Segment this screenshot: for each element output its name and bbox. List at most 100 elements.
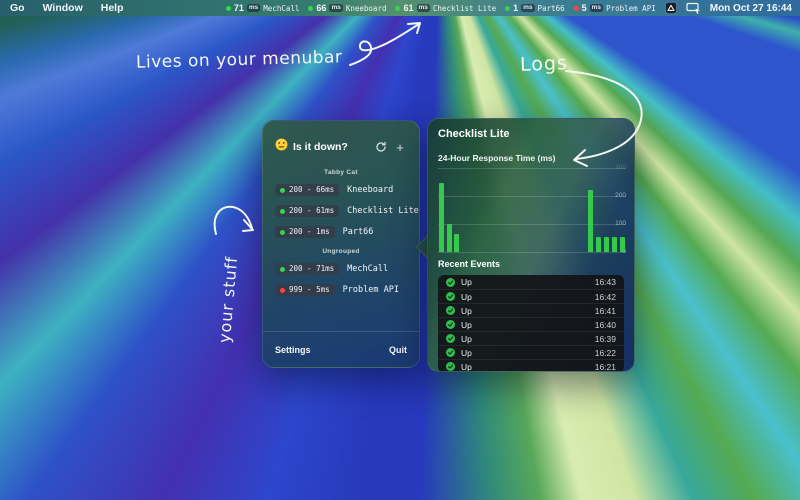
chart-bar	[588, 190, 593, 252]
event-time: 16:42	[595, 292, 616, 302]
event-time: 16:21	[595, 362, 616, 372]
detail-title: Checklist Lite	[438, 128, 624, 140]
chart-bar	[612, 237, 617, 252]
logs-annotation: Logs	[520, 52, 569, 76]
chart-ytick-label: 100	[615, 220, 626, 227]
event-status-label: Up	[461, 320, 472, 330]
menubar-menus: Go Window Help	[0, 2, 124, 14]
event-status-label: Up	[461, 292, 472, 302]
pill-text: 200 - 66ms	[289, 186, 334, 194]
status-value: 5	[582, 3, 587, 13]
recent-events-title: Recent Events	[438, 259, 624, 269]
service-row[interactable]: 200 - 66ms Kneeboard	[263, 183, 419, 197]
status-unit-badge: ms	[521, 4, 534, 13]
menubar-status-item[interactable]: 66msKneeboard	[308, 3, 386, 13]
service-row[interactable]: 200 - 71ms MechCall	[263, 262, 419, 276]
menubar-status-item[interactable]: 1msPart66	[505, 3, 565, 13]
status-dot	[308, 6, 313, 11]
status-unit-badge: ms	[590, 4, 603, 13]
popover-title: Is it down?	[293, 141, 348, 153]
event-row[interactable]: Up 16:42	[438, 289, 624, 303]
service-name: MechCall	[347, 264, 388, 274]
service-name: Problem API	[343, 285, 399, 295]
event-time: 16:40	[595, 320, 616, 330]
chart-bar	[447, 224, 452, 252]
service-row[interactable]: 999 - 5ms Problem API	[263, 283, 419, 297]
service-status-pill: 200 - 66ms	[275, 184, 339, 197]
menubar-menu-help[interactable]: Help	[101, 2, 124, 14]
chart-bar	[620, 237, 625, 252]
service-name: Checklist Lite	[347, 206, 419, 216]
status-service-name: Problem API	[606, 4, 656, 13]
refresh-icon[interactable]	[374, 140, 388, 154]
check-circle-icon	[446, 334, 455, 343]
group-title: Tabby Cat	[263, 169, 419, 176]
chart-ytick-label: 200	[615, 192, 626, 199]
chart-bar	[454, 234, 459, 252]
event-row[interactable]: Up 16:40	[438, 317, 624, 331]
menubar-status-item[interactable]: 5msProblem API	[574, 3, 656, 13]
checklist-lite-detail-window: Checklist Lite 24-Hour Response Time (ms…	[427, 118, 635, 372]
event-row[interactable]: Up16:22	[438, 345, 624, 359]
menubar-status-item[interactable]: 61msChecklist Lite	[395, 3, 496, 13]
event-row[interactable]: Up 16:39	[438, 331, 624, 345]
event-time: 16:41	[595, 306, 616, 316]
status-dot	[505, 6, 510, 11]
event-status-label: Up	[461, 362, 472, 372]
status-value: 71	[234, 3, 244, 13]
check-circle-icon	[446, 292, 455, 301]
event-status-label: Up	[461, 348, 472, 358]
status-unit-badge: ms	[329, 4, 342, 13]
status-unit-badge: ms	[247, 4, 260, 13]
status-dot	[280, 267, 285, 272]
event-row[interactable]: Up 16:21	[438, 359, 624, 372]
pill-text: 200 - 71ms	[289, 265, 334, 273]
service-status-pill: 200 - 1ms	[275, 226, 335, 239]
record-icon[interactable]	[665, 2, 677, 14]
events-list: Up16:43Up16:42Up16:41Up16:40Up16:39Up16:…	[438, 275, 624, 372]
pill-text: 200 - 61ms	[289, 207, 334, 215]
event-time: 16:39	[595, 334, 616, 344]
quit-button[interactable]: Quit	[389, 345, 407, 355]
chart-bar	[604, 237, 609, 252]
your-stuff-arrow	[215, 207, 252, 234]
status-dot	[395, 6, 400, 11]
screen-mirroring-icon[interactable]	[686, 2, 701, 14]
status-dot	[280, 230, 285, 235]
add-monitor-icon[interactable]: +	[393, 140, 407, 154]
event-row[interactable]: Up16:41	[438, 303, 624, 317]
service-row[interactable]: 200 - 61ms Checklist Lite	[263, 204, 419, 218]
chart-title: 24-Hour Response Time (ms)	[438, 153, 624, 163]
service-row[interactable]: 200 - 1ms Part66	[263, 225, 419, 239]
group-title: Ungrouped	[263, 248, 419, 255]
service-name: Part66	[343, 227, 374, 237]
status-dot	[280, 288, 285, 293]
menubar-menu-go[interactable]: Go	[10, 2, 25, 14]
pill-text: 200 - 1ms	[289, 228, 330, 236]
service-status-pill: 200 - 61ms	[275, 205, 339, 218]
chart-bar	[596, 237, 601, 252]
settings-button[interactable]: Settings	[275, 345, 311, 355]
event-row[interactable]: Up16:43	[438, 275, 624, 289]
check-circle-icon	[446, 278, 455, 287]
service-name: Kneeboard	[347, 185, 393, 195]
event-status-label: Up	[461, 334, 472, 344]
chart-ytick-label: 300	[615, 164, 626, 171]
menubar-annotation: Lives on your menubar	[136, 47, 343, 72]
chart-gridline	[438, 168, 626, 169]
status-dot	[574, 6, 579, 11]
menubar-arrow	[350, 24, 419, 65]
pill-text: 999 - 5ms	[289, 286, 330, 294]
event-time: 16:43	[595, 277, 616, 287]
chart-gridline	[438, 252, 626, 253]
check-circle-icon	[446, 320, 455, 329]
check-circle-icon	[446, 362, 455, 371]
service-status-pill: 999 - 5ms	[275, 284, 335, 297]
is-it-down-popover: Is it down? + Tabby Cat 200 - 66ms Kneeboa…	[262, 120, 420, 368]
status-value: 1	[513, 3, 518, 13]
response-time-chart: 0100200300	[438, 167, 626, 253]
menubar-menu-window[interactable]: Window	[43, 2, 83, 14]
chart-gridline	[438, 196, 626, 197]
menubar-clock[interactable]: Mon Oct 27 16:44	[710, 3, 792, 14]
menubar-status-item[interactable]: 71msMechCall	[226, 3, 300, 13]
